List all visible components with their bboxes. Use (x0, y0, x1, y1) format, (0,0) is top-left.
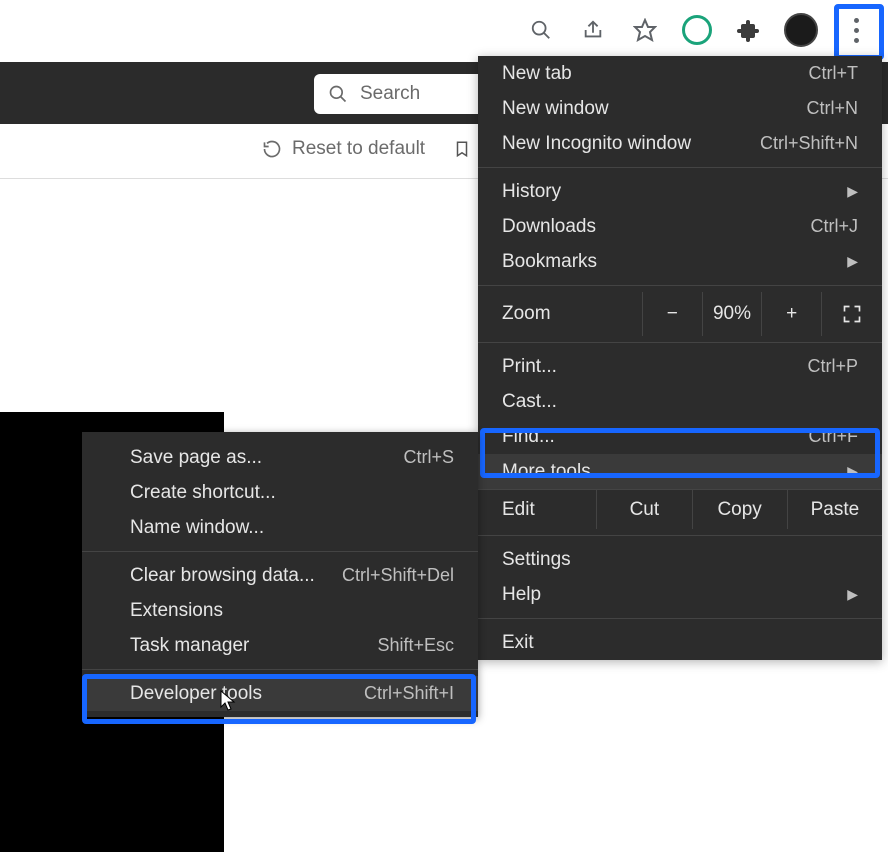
menu-new-window[interactable]: New windowCtrl+N (478, 91, 882, 126)
zoom-label: Zoom (478, 303, 642, 325)
edit-label: Edit (478, 489, 596, 529)
menu-downloads[interactable]: DownloadsCtrl+J (478, 209, 882, 244)
submenu-create-shortcut[interactable]: Create shortcut... (82, 475, 478, 510)
menu-print[interactable]: Print...Ctrl+P (478, 349, 882, 384)
share-icon[interactable] (576, 13, 610, 47)
submenu-clear-browsing-data[interactable]: Clear browsing data...Ctrl+Shift+Del (82, 558, 478, 593)
star-icon[interactable] (628, 13, 662, 47)
menu-new-tab[interactable]: New tabCtrl+T (478, 56, 882, 91)
search-placeholder: Search (360, 83, 420, 105)
profile-avatar[interactable] (784, 13, 818, 47)
menu-new-incognito[interactable]: New Incognito windowCtrl+Shift+N (478, 126, 882, 161)
submenu-save-page[interactable]: Save page as...Ctrl+S (82, 440, 478, 475)
submenu-name-window[interactable]: Name window... (82, 510, 478, 545)
fullscreen-button[interactable] (821, 292, 882, 336)
submenu-task-manager[interactable]: Task managerShift+Esc (82, 628, 478, 663)
menu-edit-row: Edit Cut Copy Paste (478, 489, 882, 529)
submenu-extensions[interactable]: Extensions (82, 593, 478, 628)
menu-bookmarks[interactable]: Bookmarks▶ (478, 244, 882, 279)
cut-button[interactable]: Cut (596, 489, 691, 529)
menu-cast[interactable]: Cast... (478, 384, 882, 419)
extensions-puzzle-icon[interactable] (732, 13, 766, 47)
menu-history[interactable]: History▶ (478, 174, 882, 209)
browser-toolbar (0, 0, 888, 62)
reset-to-default-button[interactable]: Reset to default (262, 138, 471, 160)
menu-settings[interactable]: Settings (478, 542, 882, 577)
menu-find[interactable]: Find...Ctrl+F (478, 419, 882, 454)
chrome-main-menu: New tabCtrl+T New windowCtrl+N New Incog… (478, 56, 882, 660)
bookmark-icon[interactable] (453, 139, 471, 159)
copy-button[interactable]: Copy (692, 489, 787, 529)
zoom-icon[interactable] (524, 13, 558, 47)
zoom-value: 90% (702, 292, 762, 336)
reset-label: Reset to default (292, 138, 425, 160)
menu-help[interactable]: Help▶ (478, 577, 882, 612)
zoom-in-button[interactable]: + (761, 292, 821, 336)
grammarly-icon[interactable] (680, 13, 714, 47)
menu-more-tools[interactable]: More tools▶ (478, 454, 882, 489)
more-tools-submenu: Save page as...Ctrl+S Create shortcut...… (82, 432, 478, 717)
menu-exit[interactable]: Exit (478, 625, 882, 660)
submenu-developer-tools[interactable]: Developer toolsCtrl+Shift+I (82, 676, 478, 711)
paste-button[interactable]: Paste (787, 489, 882, 529)
zoom-out-button[interactable]: − (642, 292, 702, 336)
chrome-menu-button[interactable] (836, 10, 876, 50)
menu-zoom-row: Zoom − 90% + (478, 292, 882, 336)
